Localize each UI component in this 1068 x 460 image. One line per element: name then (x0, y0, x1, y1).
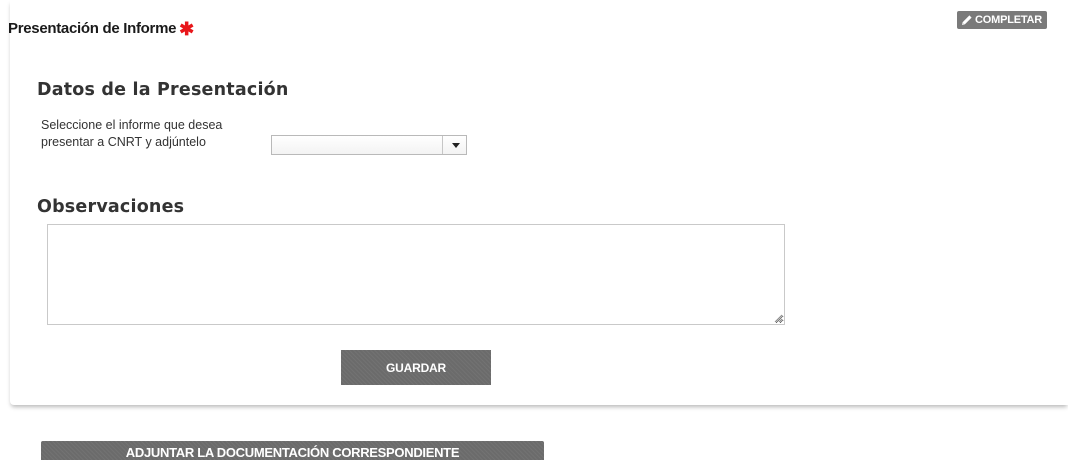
attach-documentation-button[interactable]: ADJUNTAR LA DOCUMENTACIÓN CORRESPONDIENT… (41, 441, 544, 460)
required-marker: ✱ (179, 19, 194, 39)
section-title-text: Presentación de Informe (8, 20, 177, 37)
observaciones-textarea[interactable] (47, 224, 785, 325)
complete-button[interactable]: COMPLETAR (957, 11, 1048, 29)
resize-grip-icon[interactable] (773, 313, 783, 323)
save-button[interactable]: GUARDAR (341, 350, 491, 385)
caret-down-icon[interactable] (452, 143, 460, 148)
pencil-icon (962, 15, 972, 25)
complete-button-label: COMPLETAR (975, 14, 1043, 26)
select-divider (442, 136, 443, 154)
informe-select[interactable] (271, 135, 467, 155)
observaciones-heading: Observaciones (37, 197, 185, 217)
informe-label: Seleccione el informe que desea presenta… (41, 118, 223, 149)
page: Presentación de Informe ✱ COMPLETAR Datos… (0, 0, 1068, 460)
datos-heading: Datos de la Presentación (37, 80, 289, 100)
section-title: Presentación de Informe ✱ (8, 17, 194, 39)
